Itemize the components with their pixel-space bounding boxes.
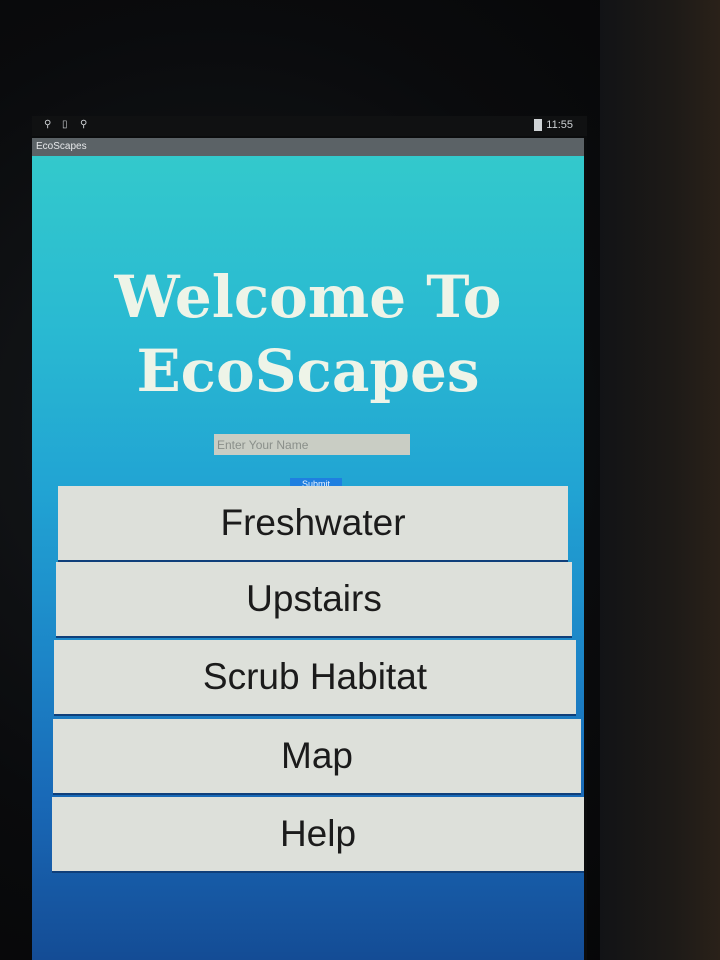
phone-icon: ▯ <box>62 119 68 130</box>
battery-icon <box>534 119 543 131</box>
help-button[interactable]: Help <box>52 797 584 871</box>
app-title-bar: EcoScapes <box>32 138 584 156</box>
app-title: EcoScapes <box>36 141 87 152</box>
system-status: 11:55 <box>534 119 573 131</box>
upstairs-button[interactable]: Upstairs <box>56 562 572 636</box>
status-time: 11:55 <box>546 119 573 131</box>
device-screen: ⚲ ▯ ⚲ 11:55 EcoScapes Welcome To EcoScap… <box>32 116 587 960</box>
main-content: Welcome To EcoScapes Submit Freshwater U… <box>32 156 584 960</box>
freshwater-button[interactable]: Freshwater <box>58 486 568 560</box>
device-bezel-edge <box>600 0 720 960</box>
welcome-heading: Welcome To EcoScapes <box>114 263 502 405</box>
scrub-habitat-button[interactable]: Scrub Habitat <box>54 640 576 714</box>
location-pin-icon: ⚲ <box>44 119 52 130</box>
map-button[interactable]: Map <box>53 719 581 793</box>
location-pin-icon: ⚲ <box>80 119 88 130</box>
notification-area: ⚲ ▯ ⚲ <box>44 120 89 130</box>
name-input[interactable] <box>214 434 410 455</box>
status-bar: ⚲ ▯ ⚲ 11:55 <box>32 116 587 136</box>
